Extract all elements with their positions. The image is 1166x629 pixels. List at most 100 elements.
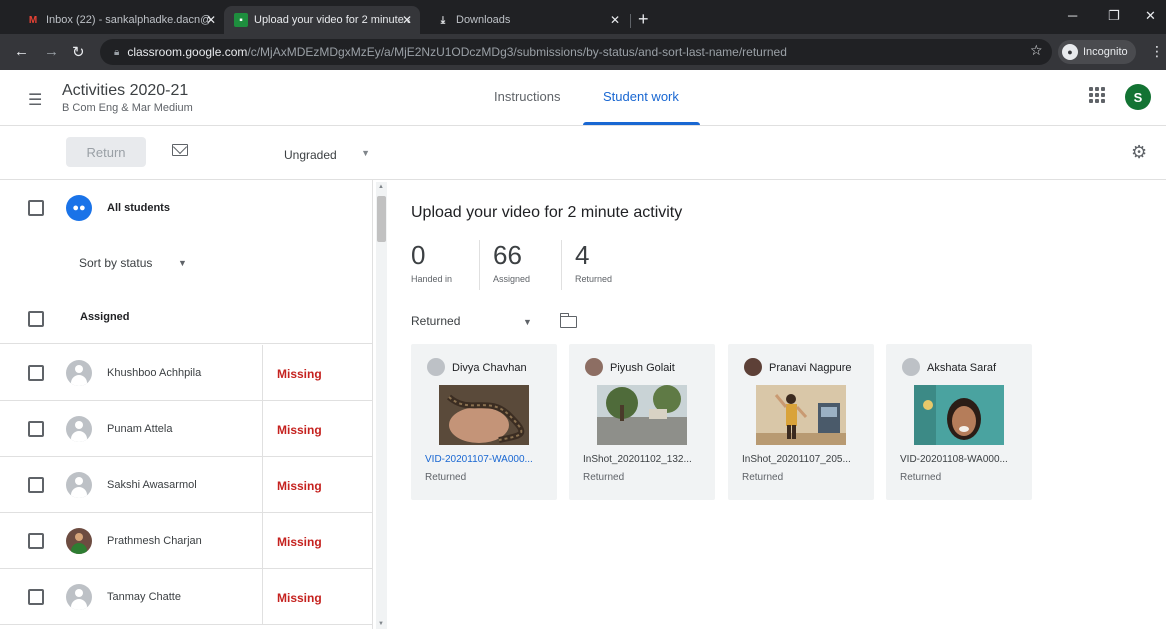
status-badge: Missing (262, 345, 372, 401)
avatar (66, 472, 92, 498)
handed-in-stat: 0 Handed in (411, 240, 452, 290)
classroom-header: ☰ Activities 2020-21 B Com Eng & Mar Med… (0, 70, 1166, 126)
lock-icon: 🔒︎ (114, 46, 120, 58)
close-icon[interactable]: ✕ (402, 13, 412, 27)
student-name: Punam Attela (107, 423, 173, 435)
grade-filter-select[interactable]: Ungraded ▼ (284, 148, 370, 162)
scroll-down-icon[interactable]: ▼ (378, 621, 384, 627)
tab-student-work[interactable]: Student work (603, 89, 679, 104)
student-row[interactable]: Prathmesh Charjan Missing (0, 513, 372, 569)
minimize-icon[interactable]: ─ (1068, 8, 1077, 23)
attachment-link[interactable]: VID-20201108-WA000... (900, 454, 1022, 465)
chevron-down-icon: ▼ (361, 148, 370, 158)
folder-icon[interactable] (559, 313, 577, 328)
close-icon[interactable]: ✕ (610, 13, 620, 27)
student-checkbox[interactable] (28, 477, 44, 493)
submission-status: Returned (742, 472, 784, 483)
group-label: Assigned (80, 311, 130, 323)
student-row[interactable]: Sakshi Awasarmol Missing (0, 457, 372, 513)
avatar (427, 358, 445, 376)
stat-value: 0 (411, 240, 426, 270)
gear-icon[interactable]: ⚙ (1131, 142, 1147, 163)
new-tab-icon[interactable]: + (638, 9, 649, 30)
reload-icon[interactable]: ↻ (72, 43, 85, 61)
student-name: Piyush Golait (610, 362, 675, 374)
account-avatar[interactable]: S (1125, 84, 1151, 110)
tab-downloads[interactable]: ⤓ Downloads ✕ (426, 6, 628, 34)
back-icon[interactable]: ← (14, 43, 29, 60)
student-roster: ●● All students Sort by status ▼ Assigne… (0, 180, 373, 629)
submission-filter-select[interactable]: Returned (411, 314, 460, 328)
submission-card[interactable]: Divya Chavhan VID-20201107-WA000... Retu… (411, 344, 557, 500)
all-students-row[interactable]: ●● All students (0, 180, 372, 236)
chevron-down-icon[interactable]: ▼ (523, 317, 532, 327)
all-students-label: All students (107, 202, 170, 214)
forward-icon[interactable]: → (44, 43, 59, 60)
student-row[interactable]: Khushboo Achhpila Missing (0, 345, 372, 401)
chevron-down-icon[interactable]: ▼ (178, 258, 187, 268)
gmail-icon: M (28, 14, 38, 26)
browser-menu-icon[interactable]: ⋮ (1150, 43, 1164, 60)
student-name: Divya Chavhan (452, 362, 527, 374)
grade-filter-value: Ungraded (284, 148, 337, 162)
submission-card[interactable]: Piyush Golait InShot_20201102_132... Ret… (569, 344, 715, 500)
google-apps-icon[interactable] (1089, 87, 1105, 103)
student-row[interactable]: Tanmay Chatte Missing (0, 569, 372, 625)
scrollbar-thumb[interactable] (377, 196, 386, 242)
group-checkbox[interactable] (28, 311, 44, 327)
student-row[interactable]: Punam Attela Missing (0, 401, 372, 457)
attachment-link[interactable]: VID-20201107-WA000... (425, 454, 547, 465)
assignment-title: Upload your video for 2 minute activity (411, 204, 683, 221)
tab-gmail[interactable]: M Inbox (22) - sankalphadke.dacn@ ✕ (16, 6, 224, 34)
download-icon: ⤓ (440, 14, 446, 26)
attachment-link[interactable]: InShot_20201107_205... (742, 454, 864, 465)
stat-value: 66 (493, 240, 522, 270)
class-title[interactable]: Activities 2020-21 (62, 82, 188, 100)
group-icon: ●● (66, 195, 92, 221)
student-name: Khushboo Achhpila (107, 367, 202, 379)
avatar (66, 360, 92, 386)
incognito-label: Incognito (1083, 46, 1128, 58)
avatar (744, 358, 762, 376)
student-checkbox[interactable] (28, 533, 44, 549)
student-checkbox[interactable] (28, 365, 44, 381)
scroll-up-icon[interactable]: ▲ (378, 184, 384, 190)
video-thumbnail[interactable] (914, 385, 1004, 445)
assigned-group-row[interactable]: Assigned (0, 300, 372, 344)
select-all-checkbox[interactable] (28, 200, 44, 216)
student-checkbox[interactable] (28, 589, 44, 605)
main-menu-icon[interactable]: ☰ (28, 90, 42, 110)
stat-divider (479, 240, 480, 290)
incognito-badge[interactable]: ● Incognito (1058, 40, 1136, 64)
attachment-link[interactable]: InShot_20201102_132... (583, 454, 705, 465)
student-name: Pranavi Nagpure (769, 362, 852, 374)
student-name: Sakshi Awasarmol (107, 479, 197, 491)
address-bar[interactable]: 🔒︎ classroom.google.com/c/MjAxMDEzMDgxMz… (100, 39, 1052, 65)
browser-toolbar: ← → ↻ 🔒︎ classroom.google.com/c/MjAxMDEz… (0, 34, 1166, 70)
status-badge: Missing (262, 401, 372, 457)
video-thumbnail[interactable] (597, 385, 687, 445)
video-thumbnail[interactable] (756, 385, 846, 445)
avatar (585, 358, 603, 376)
sort-select[interactable]: Sort by status (79, 256, 152, 270)
submission-card[interactable]: Pranavi Nagpure InShot_20201107_205... R… (728, 344, 874, 500)
submission-status: Returned (900, 472, 942, 483)
student-checkbox[interactable] (28, 421, 44, 437)
email-icon[interactable] (172, 144, 188, 156)
stat-label: Returned (575, 274, 613, 284)
close-icon[interactable]: ✕ (206, 13, 216, 27)
action-bar: Return Ungraded ▼ ⚙ (0, 126, 1166, 180)
tab-label: Upload your video for 2 minute a (254, 14, 410, 26)
tab-instructions[interactable]: Instructions (494, 89, 560, 104)
window-close-icon[interactable]: ✕ (1145, 8, 1156, 24)
roster-scrollbar[interactable]: ▲ ▼ (376, 182, 387, 629)
restore-icon[interactable]: ❐ (1108, 8, 1120, 24)
tab-classroom[interactable]: ▪ Upload your video for 2 minute a ✕ (224, 6, 420, 34)
stat-label: Assigned (493, 274, 531, 284)
return-button[interactable]: Return (66, 137, 146, 167)
bookmark-star-icon[interactable]: ☆ (1030, 42, 1043, 59)
tab-label: Inbox (22) - sankalphadke.dacn@ (46, 14, 212, 26)
active-tab-indicator (583, 122, 700, 125)
video-thumbnail[interactable] (439, 385, 529, 445)
submission-card[interactable]: Akshata Saraf VID-20201108-WA000... Retu… (886, 344, 1032, 500)
